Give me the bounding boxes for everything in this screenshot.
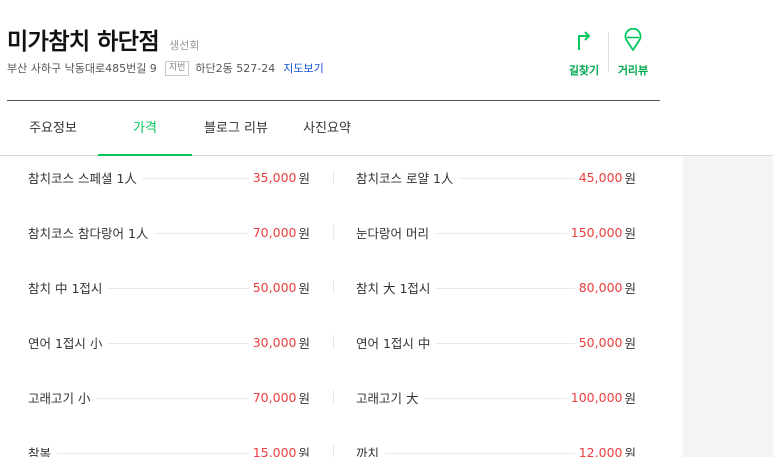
menu-item-name: 까치 (356, 442, 386, 457)
menu-item-name: 참치코스 로얄 1人 (356, 167, 460, 187)
menu-row: 참치코스 스페셜 1人 35,000 원 참치코스 로얄 1人 45,000 원 (0, 167, 683, 187)
menu-item: 연어 1접시 中 50,000 원 (356, 332, 636, 352)
menu-item-price: 100,000 (570, 389, 623, 405)
dot-leader (154, 232, 249, 234)
tab-blog-review[interactable]: 블로그 리뷰 (196, 102, 276, 155)
currency-unit: 원 (298, 335, 310, 351)
column-divider (333, 390, 334, 404)
street-view-label: 거리뷰 (617, 64, 649, 77)
menu-item: 참복 15,000 원 (28, 442, 310, 457)
directions-icon (578, 31, 591, 50)
menu-item-name: 참치코스 참다랑어 1人 (28, 222, 155, 242)
lot-badge: 지번 (164, 60, 190, 76)
dot-leader (436, 287, 575, 289)
tab-price[interactable]: 가격 (98, 102, 192, 156)
dot-leader (436, 342, 575, 344)
menu-item-price: 50,000 (578, 334, 623, 350)
menu-row: 고래고기 小 70,000 원 고래고기 大 100,000 원 (0, 387, 683, 407)
header-actions: 길찾기 거리뷰 (560, 28, 657, 78)
menu-item: 참치 大 1접시 80,000 원 (356, 277, 636, 297)
dot-leader (142, 177, 249, 179)
currency-unit: 원 (624, 170, 636, 186)
menu-item-price: 70,000 (252, 389, 297, 405)
menu-row: 연어 1접시 小 30,000 원 연어 1접시 中 50,000 원 (0, 332, 683, 352)
menu-item-name: 참치 中 1접시 (28, 277, 109, 297)
menu-item: 눈다랑어 머리 150,000 원 (356, 222, 636, 242)
menu-row: 참복 15,000 원 까치 12,000 원 (0, 442, 683, 457)
side-panel (683, 156, 773, 457)
tab-main-info[interactable]: 주요정보 (22, 102, 84, 155)
menu-item-price: 150,000 (570, 224, 623, 240)
menu-item: 고래고기 小 70,000 원 (28, 387, 310, 407)
dot-leader (385, 452, 575, 454)
tab-photo-summary[interactable]: 사진요약 (292, 102, 362, 155)
lot-address: 하단2동 527-24 (195, 62, 276, 75)
place-title: 미가참치 하단점 (7, 29, 160, 55)
street-view-pin-icon (624, 28, 642, 51)
menu-item: 참치코스 스페셜 1人 35,000 원 (28, 167, 310, 187)
menu-item-name: 참치코스 스페셜 1人 (28, 167, 143, 187)
menu-item-price: 45,000 (578, 169, 623, 185)
menu-item: 고래고기 大 100,000 원 (356, 387, 636, 407)
currency-unit: 원 (624, 390, 636, 406)
column-divider (333, 225, 334, 239)
menu-item-price: 50,000 (252, 279, 297, 295)
menu-item-price: 80,000 (578, 279, 623, 295)
dot-leader (57, 452, 249, 454)
column-divider (333, 335, 334, 349)
currency-unit: 원 (298, 225, 310, 241)
menu-item: 연어 1접시 小 30,000 원 (28, 332, 310, 352)
currency-unit: 원 (298, 445, 310, 457)
menu-item: 참치 中 1접시 50,000 원 (28, 277, 310, 297)
currency-unit: 원 (298, 280, 310, 296)
dot-leader (96, 397, 249, 399)
currency-unit: 원 (298, 170, 310, 186)
street-view-button[interactable]: 거리뷰 (609, 28, 657, 78)
column-divider (333, 170, 334, 184)
menu-item-name: 고래고기 大 (356, 387, 425, 407)
menu-item: 참치코스 로얄 1人 45,000 원 (356, 167, 636, 187)
dot-leader (459, 177, 575, 179)
directions-label: 길찾기 (568, 64, 600, 77)
currency-unit: 원 (624, 280, 636, 296)
place-category: 생선회 (169, 39, 200, 52)
map-link[interactable]: 지도보기 (283, 60, 323, 76)
column-divider (333, 280, 334, 294)
title-row: 미가참치 하단점 생선회 (7, 22, 200, 56)
menu-item-price: 35,000 (252, 169, 297, 185)
directions-button[interactable]: 길찾기 (560, 28, 608, 78)
place-header: 미가참치 하단점 생선회 부산 사하구 낙동대로485번길 9 지번 하단2동 … (0, 0, 660, 101)
menu-item: 까치 12,000 원 (356, 442, 636, 457)
price-list: 참치코스 스페셜 1人 35,000 원 참치코스 로얄 1人 45,000 원 참치코… (0, 156, 683, 457)
menu-item-name: 참치 大 1접시 (356, 277, 437, 297)
dot-leader (108, 342, 249, 344)
dot-leader (108, 287, 249, 289)
road-address: 부산 사하구 낙동대로485번길 9 (7, 62, 157, 75)
header-divider (7, 100, 660, 101)
menu-item-name: 연어 1접시 小 (28, 332, 109, 352)
currency-unit: 원 (624, 335, 636, 351)
column-divider (333, 445, 334, 457)
address-row: 부산 사하구 낙동대로485번길 9 지번 하단2동 527-24 지도보기 (7, 60, 324, 76)
menu-row: 참치 中 1접시 50,000 원 참치 大 1접시 80,000 원 (0, 277, 683, 297)
menu-item-price: 15,000 (252, 444, 297, 457)
menu-item-name: 연어 1접시 中 (356, 332, 437, 352)
currency-unit: 원 (624, 445, 636, 457)
menu-item: 참치코스 참다랑어 1人 70,000 원 (28, 222, 310, 242)
menu-item-price: 12,000 (578, 444, 623, 457)
menu-item-name: 눈다랑어 머리 (356, 222, 435, 242)
currency-unit: 원 (298, 390, 310, 406)
menu-item-name: 참복 (28, 442, 58, 457)
menu-row: 참치코스 참다랑어 1人 70,000 원 눈다랑어 머리 150,000 원 (0, 222, 683, 242)
menu-item-name: 고래고기 小 (28, 387, 97, 407)
dot-leader (424, 397, 567, 399)
dot-leader (434, 232, 567, 234)
menu-item-price: 30,000 (252, 334, 297, 350)
tab-bar: 주요정보 가격 블로그 리뷰 사진요약 (0, 102, 773, 156)
menu-item-price: 70,000 (252, 224, 297, 240)
currency-unit: 원 (624, 225, 636, 241)
